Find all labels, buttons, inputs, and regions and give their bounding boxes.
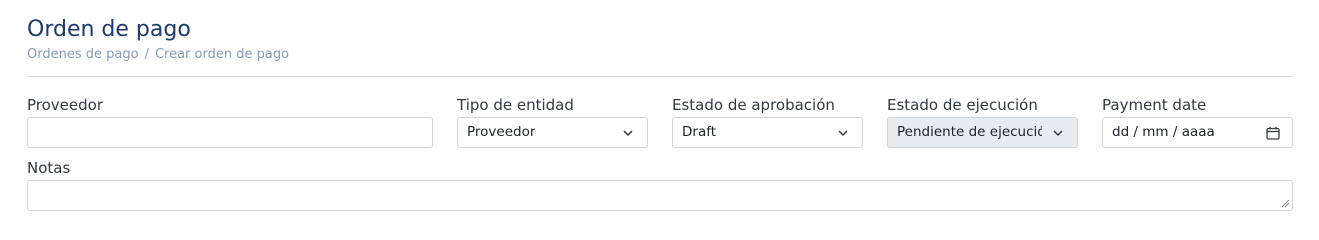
payment-date-placeholder: dd / mm / aaaa bbox=[1112, 124, 1215, 140]
proveedor-input[interactable] bbox=[27, 117, 433, 148]
calendar-icon[interactable] bbox=[1266, 126, 1280, 140]
breadcrumb-current: Crear orden de pago bbox=[154, 47, 290, 62]
tipo-entidad-value: Proveedor bbox=[467, 124, 536, 140]
notas-label: Notas bbox=[27, 159, 71, 177]
payment-date-label: Payment date bbox=[1102, 96, 1207, 114]
page-title: Orden de pago bbox=[27, 17, 191, 42]
tipo-entidad-label: Tipo de entidad bbox=[457, 96, 574, 114]
chevron-down-icon bbox=[838, 130, 848, 137]
breadcrumb: Ordenes de pago / Crear orden de pago bbox=[27, 46, 289, 64]
breadcrumb-separator: / bbox=[144, 47, 149, 62]
breadcrumb-link-ordenes[interactable]: Ordenes de pago bbox=[27, 47, 139, 62]
estado-aprobacion-value: Draft bbox=[682, 124, 717, 140]
chevron-down-icon bbox=[1053, 130, 1063, 137]
tipo-entidad-select[interactable]: Proveedor bbox=[457, 117, 648, 148]
chevron-down-icon bbox=[623, 130, 633, 137]
payment-date-input[interactable]: dd / mm / aaaa bbox=[1102, 117, 1293, 148]
payment-order-page: Orden de pago Ordenes de pago / Crear orde… bbox=[0, 0, 1319, 220]
notas-textarea[interactable] bbox=[27, 180, 1293, 211]
estado-aprobacion-select[interactable]: Draft bbox=[672, 117, 863, 148]
estado-ejecucion-select: Pendiente de ejecución bbox=[887, 117, 1078, 148]
resize-grip-icon[interactable] bbox=[1280, 198, 1290, 208]
header-divider bbox=[27, 76, 1293, 77]
estado-ejecucion-label: Estado de ejecución bbox=[887, 96, 1038, 114]
estado-aprobacion-label: Estado de aprobación bbox=[672, 96, 835, 114]
proveedor-label: Proveedor bbox=[27, 96, 103, 114]
estado-ejecucion-value: Pendiente de ejecución bbox=[897, 124, 1042, 140]
